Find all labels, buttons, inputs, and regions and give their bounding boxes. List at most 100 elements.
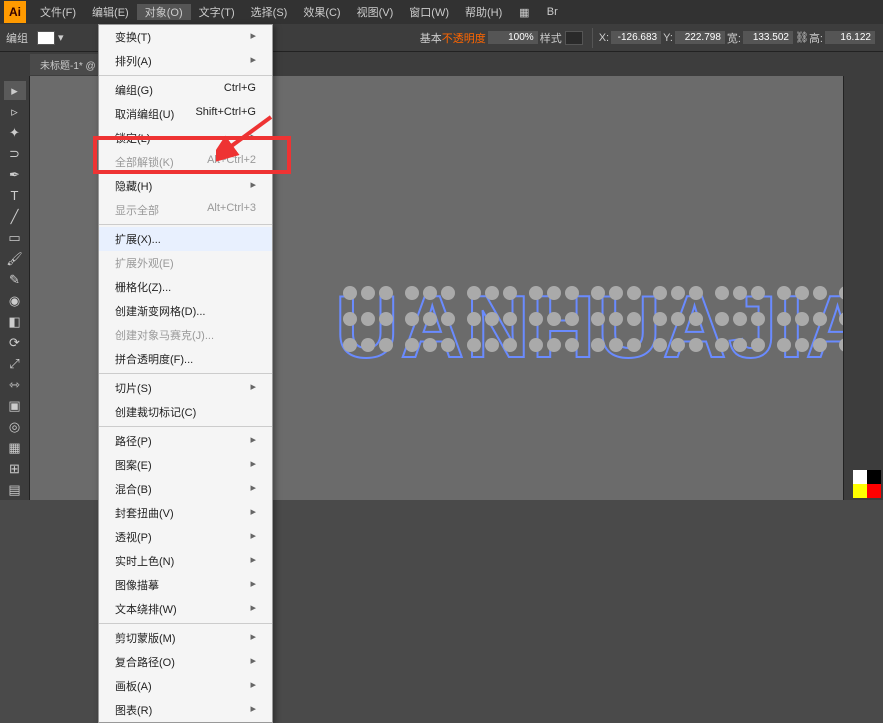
- menu-item[interactable]: 图案(E): [99, 453, 272, 477]
- art-dot: [343, 338, 357, 352]
- rotate-tool[interactable]: ⟳: [4, 333, 26, 352]
- art-dot: [733, 286, 747, 300]
- art-dot: [627, 338, 641, 352]
- menu-item-label: 扩展外观(E): [115, 255, 174, 271]
- menu-view[interactable]: 视图(V): [349, 4, 402, 20]
- menu-type[interactable]: 文字(T): [191, 4, 243, 20]
- brush-tool[interactable]: 🖌: [4, 249, 26, 268]
- art-dot: [379, 312, 393, 326]
- opacity-input[interactable]: 100%: [488, 31, 538, 44]
- pen-tool[interactable]: ✒: [4, 165, 26, 184]
- menu-item[interactable]: 画板(A): [99, 674, 272, 698]
- menu-item-label: 全部解锁(K): [115, 154, 174, 170]
- menu-item[interactable]: 创建渐变网格(D)...: [99, 299, 272, 323]
- art-dot: [503, 312, 517, 326]
- menu-item-label: 图表(R): [115, 702, 152, 718]
- bridge-icon[interactable]: Br: [541, 1, 563, 23]
- gradient-tool[interactable]: ▤: [4, 480, 26, 499]
- menu-item-label: 剪切蒙版(M): [115, 630, 176, 646]
- scale-tool[interactable]: ⤢: [4, 354, 26, 373]
- menu-item-label: 创建对象马赛克(J)...: [115, 327, 214, 343]
- art-dot: [777, 286, 791, 300]
- menu-item[interactable]: 切片(S): [99, 376, 272, 400]
- menu-divider: [99, 75, 272, 76]
- blob-brush-tool[interactable]: ◉: [4, 291, 26, 310]
- menu-item[interactable]: 扩展(X)...: [99, 227, 272, 251]
- art-dot: [627, 312, 641, 326]
- art-dot: [733, 312, 747, 326]
- style-swatch[interactable]: [565, 31, 583, 45]
- menu-item[interactable]: 封套扭曲(V): [99, 501, 272, 525]
- menu-item[interactable]: 拼合透明度(F)...: [99, 347, 272, 371]
- magic-wand-tool[interactable]: ✦: [4, 123, 26, 142]
- menu-item-label: 创建裁切标记(C): [115, 404, 196, 420]
- pencil-tool[interactable]: ✎: [4, 270, 26, 289]
- shape-builder-tool[interactable]: ◎: [4, 417, 26, 436]
- art-dot: [591, 286, 605, 300]
- eraser-tool[interactable]: ◧: [4, 312, 26, 331]
- menu-item[interactable]: 图像描摹: [99, 573, 272, 597]
- menu-effect[interactable]: 效果(C): [295, 4, 348, 20]
- menu-item[interactable]: 隐藏(H): [99, 174, 272, 198]
- menu-object[interactable]: 对象(O): [137, 4, 191, 20]
- perspective-tool[interactable]: ▦: [4, 438, 26, 457]
- menu-file[interactable]: 文件(F): [32, 4, 84, 20]
- y-input[interactable]: 222.798: [675, 31, 725, 44]
- menu-item[interactable]: 创建裁切标记(C): [99, 400, 272, 424]
- menu-item[interactable]: 复合路径(O): [99, 650, 272, 674]
- selection-tool[interactable]: ▸: [4, 81, 26, 100]
- menu-help[interactable]: 帮助(H): [457, 4, 510, 20]
- menu-item[interactable]: 路径(P): [99, 429, 272, 453]
- art-dot: [343, 286, 357, 300]
- menu-item-label: 锁定(L): [115, 130, 150, 146]
- menu-item[interactable]: 编组(G)Ctrl+G: [99, 78, 272, 102]
- menu-item-label: 隐藏(H): [115, 178, 152, 194]
- menu-item-label: 路径(P): [115, 433, 152, 449]
- art-dot: [423, 286, 437, 300]
- art-dot: [547, 312, 561, 326]
- art-dot: [671, 338, 685, 352]
- link-icon[interactable]: ⛓: [795, 31, 809, 44]
- mesh-tool[interactable]: ⊞: [4, 459, 26, 478]
- rectangle-tool[interactable]: ▭: [4, 228, 26, 247]
- art-dot: [565, 312, 579, 326]
- width-tool[interactable]: ⇿: [4, 375, 26, 394]
- art-dot: [591, 338, 605, 352]
- menu-item[interactable]: 文本绕排(W): [99, 597, 272, 621]
- art-dot: [441, 338, 455, 352]
- w-input[interactable]: 133.502: [743, 31, 793, 44]
- fill-swatch[interactable]: [37, 31, 55, 45]
- menu-item-label: 拼合透明度(F)...: [115, 351, 193, 367]
- layout-icon[interactable]: ▦: [513, 1, 535, 23]
- menu-item-label: 透视(P): [115, 529, 152, 545]
- menu-edit[interactable]: 编辑(E): [84, 4, 137, 20]
- free-transform-tool[interactable]: ▣: [4, 396, 26, 415]
- art-dot: [361, 338, 375, 352]
- menu-item[interactable]: 剪切蒙版(M): [99, 626, 272, 650]
- line-tool[interactable]: ╱: [4, 207, 26, 226]
- art-dot: [689, 312, 703, 326]
- menu-item[interactable]: 排列(A): [99, 49, 272, 73]
- panel-dock[interactable]: [843, 76, 883, 500]
- menu-item[interactable]: 混合(B): [99, 477, 272, 501]
- app-logo: Ai: [4, 1, 26, 23]
- art-dot: [751, 286, 765, 300]
- direct-select-tool[interactable]: ▹: [4, 102, 26, 121]
- menu-item[interactable]: 透视(P): [99, 525, 272, 549]
- menu-window[interactable]: 窗口(W): [401, 4, 457, 20]
- art-dot: [689, 338, 703, 352]
- art-dot: [715, 312, 729, 326]
- h-input[interactable]: 16.122: [825, 31, 875, 44]
- menu-item[interactable]: 图表(R): [99, 698, 272, 722]
- lasso-tool[interactable]: ⊃: [4, 144, 26, 163]
- art-dot: [361, 286, 375, 300]
- menu-item[interactable]: 变换(T): [99, 25, 272, 49]
- menu-item[interactable]: 栅格化(Z)...: [99, 275, 272, 299]
- type-tool[interactable]: T: [4, 186, 26, 205]
- x-input[interactable]: -126.683: [611, 31, 661, 44]
- menu-item-label: 复合路径(O): [115, 654, 175, 670]
- menu-select[interactable]: 选择(S): [243, 4, 296, 20]
- chevron-down-icon[interactable]: ▾: [58, 31, 64, 44]
- menu-item[interactable]: 实时上色(N): [99, 549, 272, 573]
- art-dot: [653, 286, 667, 300]
